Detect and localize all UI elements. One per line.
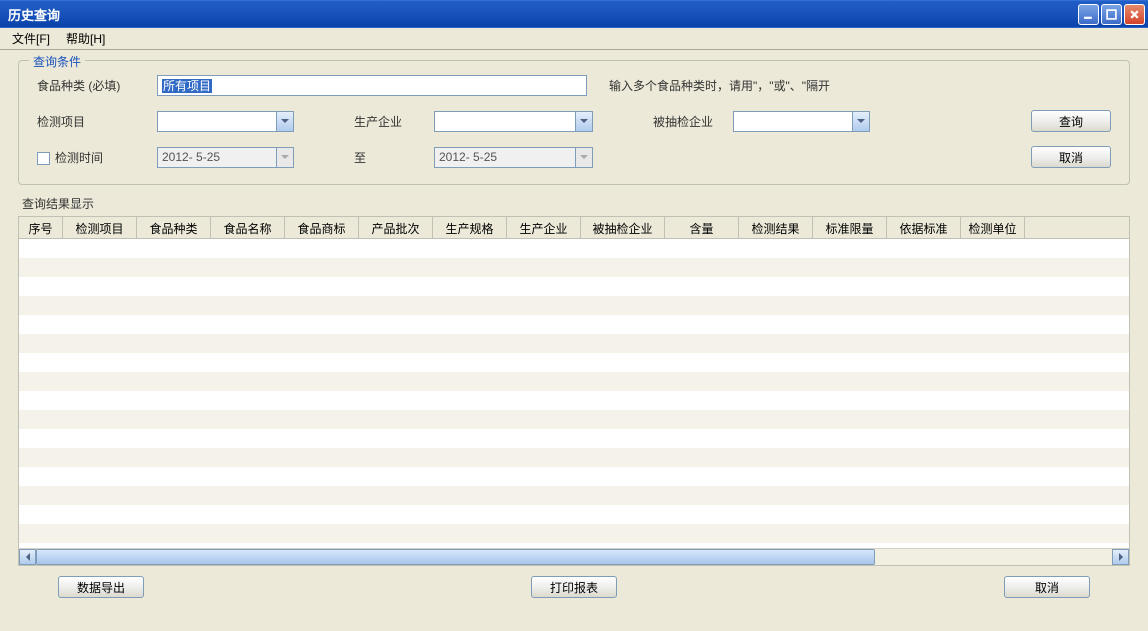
table-row — [19, 277, 1129, 296]
producer-label: 生产企业 — [344, 113, 424, 130]
menu-help[interactable]: 帮助[H] — [58, 28, 113, 49]
test-item-label: 检测项目 — [37, 113, 157, 130]
column-header[interactable]: 含量 — [665, 217, 739, 238]
test-time-checkbox[interactable] — [37, 152, 50, 165]
scroll-track[interactable] — [36, 549, 1112, 565]
scroll-thumb[interactable] — [36, 549, 875, 565]
table-row — [19, 353, 1129, 372]
row-test-time: 检测时间 至 取消 — [37, 146, 1111, 168]
table-row — [19, 391, 1129, 410]
column-header[interactable]: 生产企业 — [507, 217, 581, 238]
column-header[interactable]: 标准限量 — [813, 217, 887, 238]
scroll-left-icon[interactable] — [19, 549, 36, 565]
column-header[interactable]: 产品批次 — [359, 217, 433, 238]
test-time-label: 检测时间 — [37, 149, 157, 166]
food-category-label: 食品种类 (必填) — [37, 77, 157, 94]
dropdown-icon[interactable] — [575, 112, 592, 131]
table-row — [19, 258, 1129, 277]
row-test-item: 检测项目 生产企业 被抽检企业 查询 — [37, 110, 1111, 132]
dropdown-icon — [276, 148, 293, 167]
sampled-company-label: 被抽检企业 — [643, 113, 733, 130]
window-title: 历史查询 — [8, 5, 60, 24]
content-area: 查询条件 食品种类 (必填) 所有项目 输入多个食品种类时，请用"，"或"、"隔… — [0, 50, 1148, 610]
dropdown-icon — [575, 148, 592, 167]
table-body — [19, 239, 1129, 548]
sampled-company-combo-input[interactable] — [734, 112, 852, 131]
table-row — [19, 410, 1129, 429]
column-header[interactable]: 生产规格 — [433, 217, 507, 238]
column-header[interactable]: 食品种类 — [137, 217, 211, 238]
query-cancel-button[interactable]: 取消 — [1031, 146, 1111, 168]
sampled-company-combo[interactable] — [733, 111, 870, 132]
scroll-right-icon[interactable] — [1112, 549, 1129, 565]
menu-file[interactable]: 文件[F] — [4, 28, 58, 49]
table-header: 序号检测项目食品种类食品名称食品商标产品批次生产规格生产企业被抽检企业含量检测结… — [19, 217, 1129, 239]
table-row — [19, 315, 1129, 334]
table-row — [19, 486, 1129, 505]
date-from-input — [158, 148, 276, 167]
table-row — [19, 296, 1129, 315]
table-row — [19, 372, 1129, 391]
column-header[interactable]: 检测项目 — [63, 217, 137, 238]
table-row — [19, 239, 1129, 258]
table-row — [19, 505, 1129, 524]
food-category-hint: 输入多个食品种类时，请用"，"或"、"隔开 — [609, 77, 830, 94]
column-header[interactable]: 食品名称 — [211, 217, 285, 238]
menubar: 文件[F] 帮助[H] — [0, 28, 1148, 50]
close-button[interactable] — [1124, 4, 1145, 25]
table-row — [19, 448, 1129, 467]
column-header[interactable]: 依据标准 — [887, 217, 961, 238]
date-to-combo — [434, 147, 593, 168]
bottom-bar: 数据导出 打印报表 取消 — [18, 566, 1130, 604]
titlebar: 历史查询 — [0, 0, 1148, 28]
table-row — [19, 429, 1129, 448]
test-item-combo-input[interactable] — [158, 112, 276, 131]
cancel-button-column: 取消 — [1031, 146, 1111, 168]
query-conditions-fieldset: 查询条件 食品种类 (必填) 所有项目 输入多个食品种类时，请用"，"或"、"隔… — [18, 60, 1130, 185]
table-row — [19, 467, 1129, 486]
dropdown-icon[interactable] — [276, 112, 293, 131]
column-header[interactable]: 序号 — [19, 217, 63, 238]
query-button[interactable]: 查询 — [1031, 110, 1111, 132]
date-to-input — [435, 148, 575, 167]
column-header[interactable]: 检测单位 — [961, 217, 1025, 238]
date-from-combo — [157, 147, 294, 168]
maximize-button[interactable] — [1101, 4, 1122, 25]
producer-combo-input[interactable] — [435, 112, 575, 131]
minimize-button[interactable] — [1078, 4, 1099, 25]
row-food-category: 食品种类 (必填) 所有项目 输入多个食品种类时，请用"，"或"、"隔开 — [37, 75, 1111, 96]
food-category-input[interactable]: 所有项目 — [157, 75, 587, 96]
bottom-cancel-button[interactable]: 取消 — [1004, 576, 1090, 598]
table-row — [19, 524, 1129, 543]
print-button[interactable]: 打印报表 — [531, 576, 617, 598]
horizontal-scrollbar[interactable] — [19, 548, 1129, 565]
window-controls — [1078, 4, 1145, 25]
table-row — [19, 334, 1129, 353]
date-to-label: 至 — [344, 149, 424, 166]
results-label: 查询结果显示 — [22, 195, 1130, 212]
producer-combo[interactable] — [434, 111, 593, 132]
column-header[interactable]: 食品商标 — [285, 217, 359, 238]
column-header[interactable]: 被抽检企业 — [581, 217, 665, 238]
export-button[interactable]: 数据导出 — [58, 576, 144, 598]
results-table: 序号检测项目食品种类食品名称食品商标产品批次生产规格生产企业被抽检企业含量检测结… — [18, 216, 1130, 566]
query-legend: 查询条件 — [29, 53, 85, 70]
query-button-column: 查询 — [1031, 110, 1111, 132]
column-header[interactable]: 检测结果 — [739, 217, 813, 238]
dropdown-icon[interactable] — [852, 112, 869, 131]
test-item-combo[interactable] — [157, 111, 294, 132]
